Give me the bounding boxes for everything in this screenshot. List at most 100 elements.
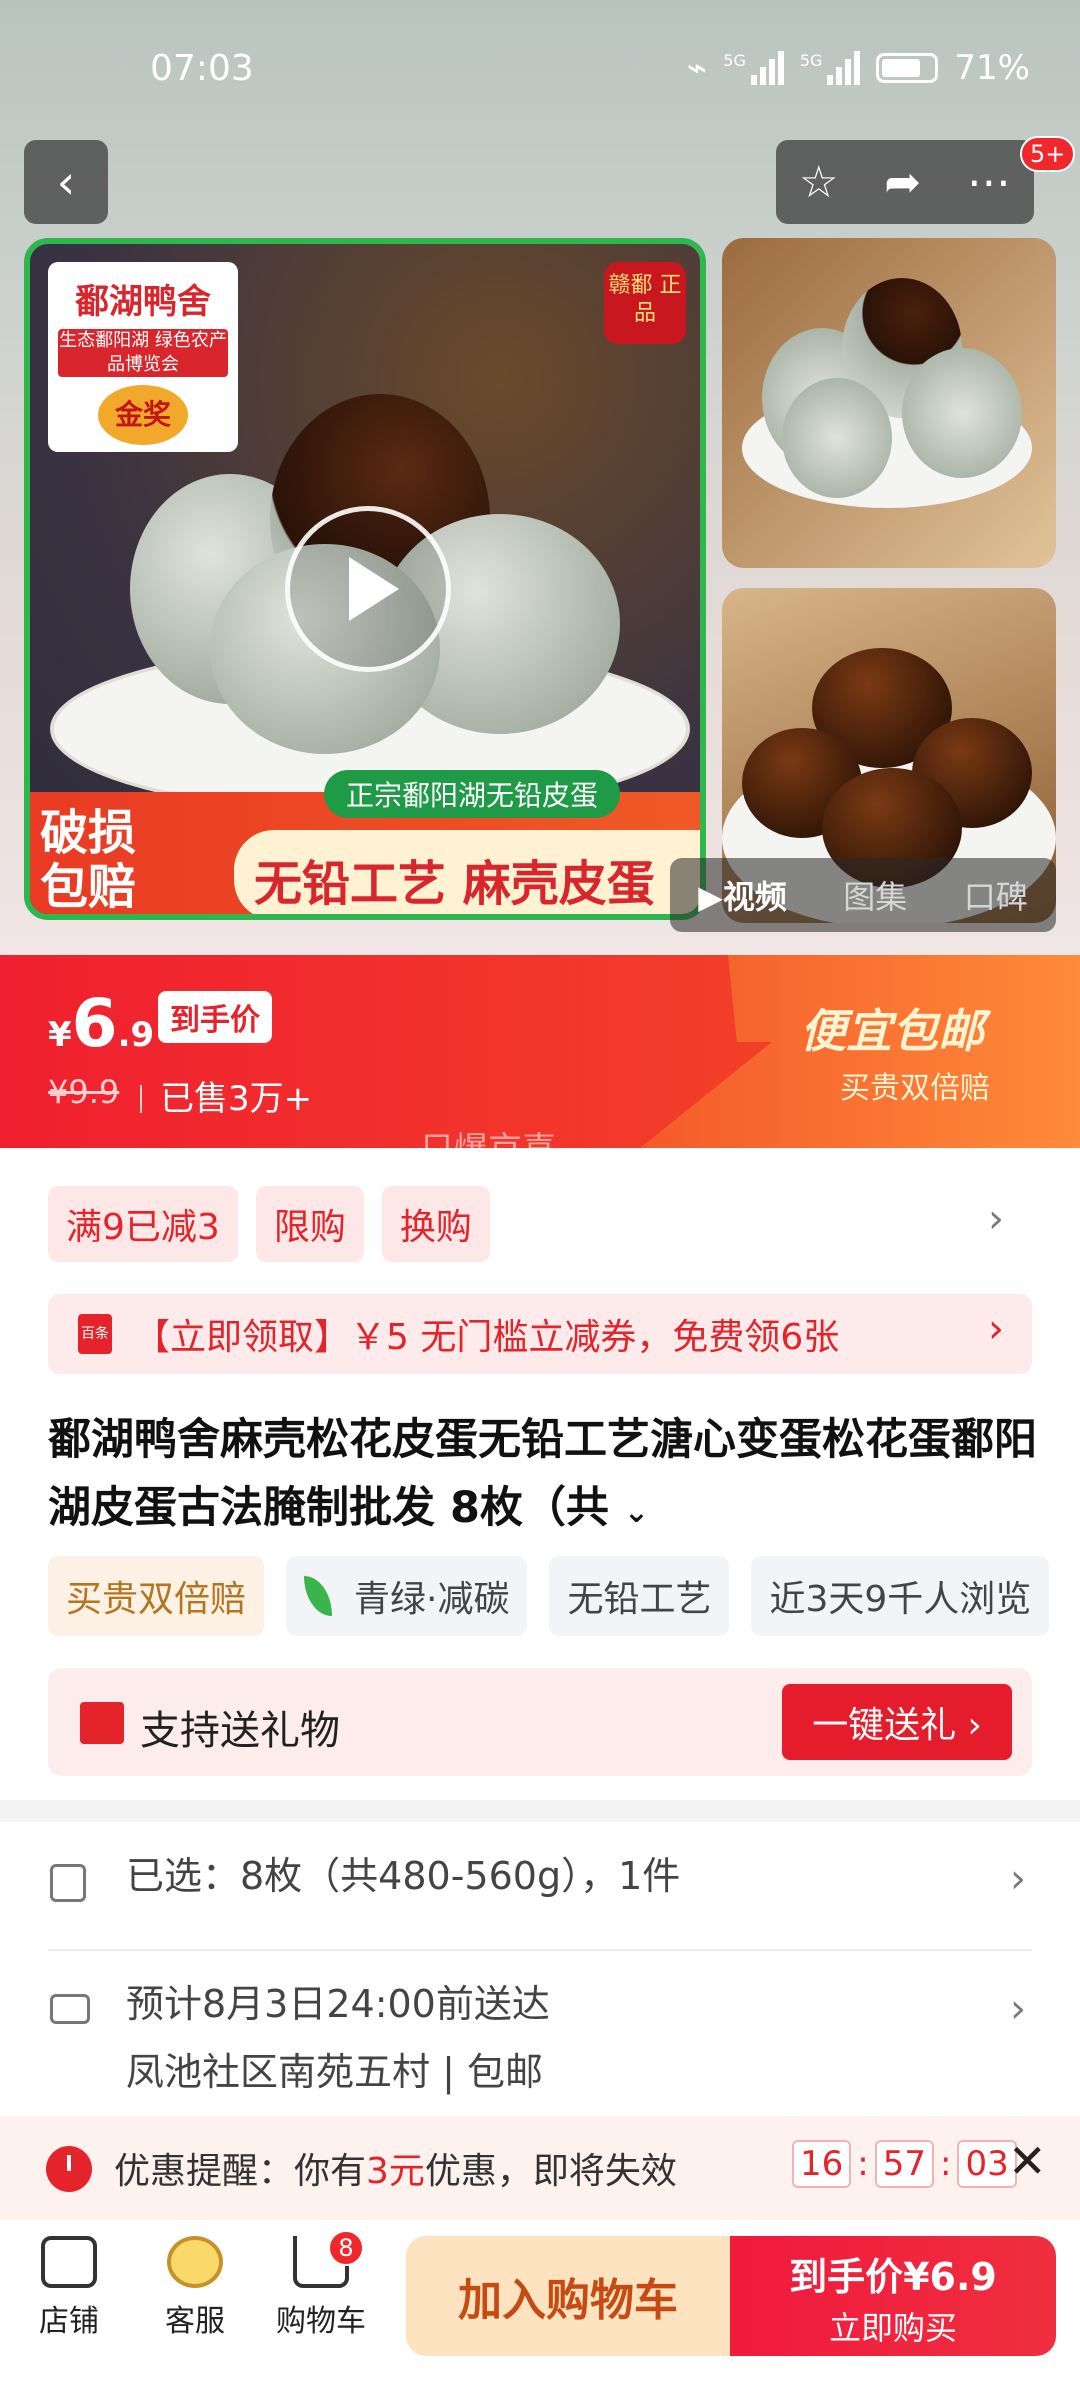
final-price-pill: 到手价 [158, 991, 272, 1043]
promo-chip[interactable]: 限购 [255, 1186, 364, 1262]
gift-banner: 支持送礼物 一键送礼 › [48, 1668, 1032, 1776]
promo-ribbon: 破损 包赔 无铅工艺 麻壳皮蛋 正宗鄱阳湖无铅皮蛋 [30, 770, 700, 915]
original-price: ¥9.9 [48, 1073, 120, 1111]
chevron-right-icon[interactable]: › [988, 1306, 1004, 1352]
countdown-timer: 16:57:03 [792, 2140, 1017, 2188]
service-label: 客服 [165, 2304, 225, 2339]
signal-icon: 5G [723, 51, 784, 85]
chevron-right-icon[interactable]: › [1010, 1856, 1026, 1902]
add-to-cart-button[interactable]: 加入购物车 [406, 2236, 730, 2356]
chevron-down-icon[interactable]: ⌄ [624, 1495, 649, 1530]
tag-views[interactable]: 近3天9千人浏览 [751, 1556, 1050, 1636]
delivery-address[interactable]: 凤池社区南苑五村 | 包邮 [126, 2038, 543, 2106]
chevron-right-icon[interactable]: › [988, 1196, 1004, 1242]
reminder-suffix: 优惠，即将失效 [424, 2151, 677, 2192]
play-icon[interactable] [285, 506, 451, 672]
timer-hours: 16 [792, 2140, 852, 2188]
header-actions: ☆ ➦ ⋯ [776, 140, 1034, 224]
customer-service-icon [167, 2236, 223, 2288]
back-button[interactable]: ‹ [24, 140, 108, 224]
shop-button[interactable]: 店铺 [14, 2236, 124, 2340]
gold-award-badge: 金奖 [98, 385, 188, 445]
leaf-icon [304, 1576, 333, 1616]
gift-text: 支持送礼物 [140, 1708, 340, 1754]
selection-icon [50, 1864, 86, 1902]
delivery-eta[interactable]: 预计8月3日24:00前送达 [126, 1970, 550, 2038]
ribbon-tag: 正宗鄱阳湖无铅皮蛋 [324, 770, 621, 818]
coupon-text: 【立即领取】￥5 无门槛立减券，免费领6张 [134, 1317, 840, 1358]
product-gallery-area: 07:03 ⌁ 5G 5G 71% ‹ ☆ ➦ ⋯ 5+ 鄱湖鸭舍 生态鄱阳湖 … [0, 0, 1080, 955]
tab-reviews[interactable]: 口碑 [964, 872, 1028, 918]
tab-album[interactable]: 图集 [843, 872, 907, 918]
main-product-video[interactable]: 鄱湖鸭舍 生态鄱阳湖 绿色农产品博览会 金奖 赣鄱 正品 破损 包赔 无铅工艺 … [24, 238, 706, 920]
sold-count: 已售3万+ [140, 1071, 312, 1120]
gift-icon [80, 1702, 124, 1744]
reminder-amount: 3元 [366, 2151, 425, 2192]
promo-row[interactable]: 满9已减3 限购 换购 [48, 1186, 490, 1262]
message-badge: 5+ [1020, 136, 1076, 172]
product-title-text: 鄱湖鸭舍麻壳松花皮蛋无铅工艺溏心变蛋松花蛋鄱阳湖皮蛋古法腌制批发 8枚（共 [48, 1415, 1037, 1533]
price-decimal: .9 [117, 1015, 155, 1055]
reminder-text: 优惠提醒：你有3元优惠，即将失效 [114, 2142, 677, 2194]
free-shipping-label: 便宜包邮 [800, 1004, 984, 1058]
wifi-icon: ⌁ [686, 48, 708, 88]
timer-minutes: 57 [874, 2140, 934, 2188]
close-icon[interactable]: ✕ [1008, 2134, 1047, 2188]
promo-chip[interactable]: 换购 [381, 1186, 490, 1262]
cart-count-badge: 8 [328, 2230, 364, 2266]
damage-compensation-label: 破损 包赔 [40, 805, 137, 915]
bottom-action-bar: 店铺 客服 8 购物车 加入购物车 到手价¥6.9 立即购买 [0, 2220, 1080, 2400]
share-icon[interactable]: ➦ [884, 157, 921, 208]
media-tabs: ▶视频 图集 口碑 [670, 858, 1056, 932]
star-icon[interactable]: ☆ [799, 157, 838, 208]
double-compensation-label: 买贵双倍赔 [840, 1071, 990, 1106]
buy-now-button[interactable]: 到手价¥6.9 立即购买 [730, 2236, 1056, 2356]
buy-now-label: 立即购买 [828, 2309, 957, 2347]
authentic-seal: 赣鄱 正品 [604, 262, 686, 344]
price-banner: ¥ 6 .9 到手价 ¥9.9 已售3万+ 便宜包邮 买贵双倍赔 [0, 955, 1080, 1148]
brand-name: 鄱湖鸭舍 [75, 282, 211, 322]
chevron-right-icon[interactable]: › [1010, 1986, 1026, 2032]
shop-label: 店铺 [39, 2304, 99, 2339]
customer-service-button[interactable]: 客服 [140, 2236, 250, 2340]
gallery-thumbnail-1[interactable] [722, 238, 1056, 568]
battery-level: 71% [954, 48, 1030, 88]
price-currency: ¥ [48, 1015, 72, 1055]
shop-icon [41, 2236, 97, 2288]
tag-green[interactable]: 青绿·减碳 [286, 1556, 528, 1636]
discount-reminder: 优惠提醒：你有3元优惠，即将失效 16:57:03 ✕ [0, 2116, 1080, 2220]
product-tags: 买贵双倍赔 青绿·减碳 无铅工艺 近3天9千人浏览 [48, 1556, 1050, 1636]
buy-price-label: 到手价¥6.9 [789, 2255, 997, 2299]
tab-video[interactable]: ▶视频 [698, 872, 787, 918]
cart-button[interactable]: 8 购物车 [266, 2230, 376, 2340]
status-icons: ⌁ 5G 5G 71% [687, 48, 1030, 88]
send-gift-button[interactable]: 一键送礼 › [782, 1684, 1012, 1760]
alarm-icon [46, 2146, 92, 2192]
selection-delivery-card: 已选：8枚（共480-560g），1件 › 预计8月3日24:00前送达 凤池社… [0, 1822, 1080, 2122]
brand-award-card: 鄱湖鸭舍 生态鄱阳湖 绿色农产品博览会 金奖 [48, 262, 238, 452]
tag-lead-free[interactable]: 无铅工艺 [549, 1556, 730, 1636]
product-info-card: 满9已减3 限购 换购 › 百条 【立即领取】￥5 无门槛立减券，免费领6张 ›… [0, 1148, 1080, 1800]
status-bar: 07:03 ⌁ 5G 5G 71% [0, 0, 1080, 140]
ribbon-headline: 无铅工艺 麻壳皮蛋 [234, 830, 700, 914]
divider [48, 1949, 1032, 1951]
tag-double-compensation[interactable]: 买贵双倍赔 [48, 1556, 265, 1636]
egg-image [902, 348, 1022, 478]
award-line: 生态鄱阳湖 绿色农产品博览会 [58, 329, 228, 377]
selected-spec[interactable]: 已选：8枚（共480-560g），1件 [126, 1842, 680, 1910]
product-title[interactable]: 鄱湖鸭舍麻壳松花皮蛋无铅工艺溏心变蛋松花蛋鄱阳湖皮蛋古法腌制批发 8枚（共 ⌄ [48, 1406, 1038, 1547]
cart-label: 购物车 [276, 2304, 366, 2339]
more-icon[interactable]: ⋯ [967, 157, 1011, 208]
tag-green-label: 青绿·减碳 [354, 1579, 510, 1620]
signal-icon-2: 5G [800, 51, 861, 85]
chevron-left-icon: ‹ [56, 155, 76, 209]
promo-chip[interactable]: 满9已减3 [48, 1186, 238, 1262]
truck-icon [50, 1994, 90, 2024]
reminder-prefix: 优惠提醒：你有 [114, 2151, 367, 2192]
egg-image [782, 378, 892, 498]
status-time: 07:03 [150, 48, 254, 89]
coupon-icon: 百条 [78, 1314, 112, 1354]
coupon-banner[interactable]: 百条 【立即领取】￥5 无门槛立减券，免费领6张 [48, 1294, 1032, 1374]
battery-icon [876, 53, 939, 83]
price-integer: 6 [71, 985, 118, 1062]
